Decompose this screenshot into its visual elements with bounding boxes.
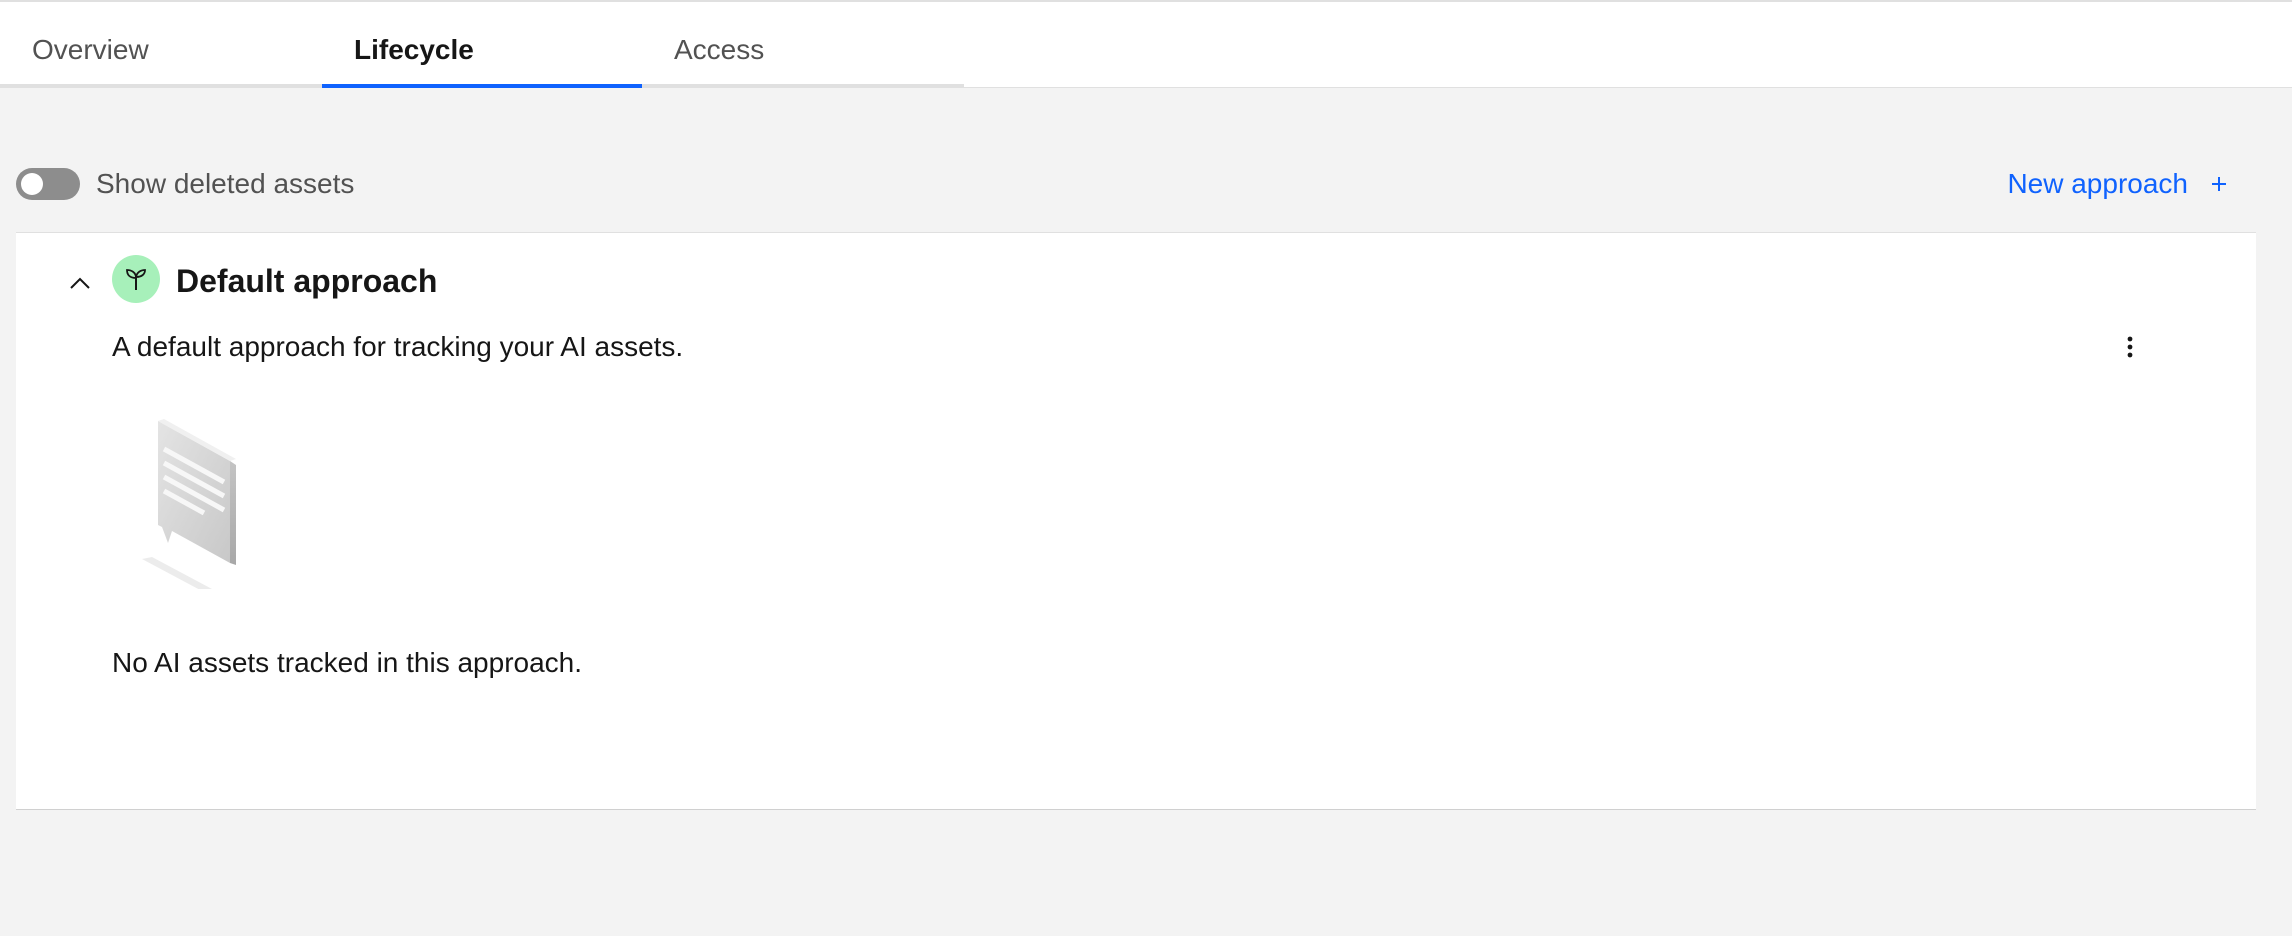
empty-state-illustration [132,419,262,591]
toggle-knob [21,173,43,195]
new-approach-label: New approach [2007,168,2188,199]
show-deleted-toggle[interactable] [16,168,80,200]
approach-description: A default approach for tracking your AI … [112,331,684,362]
plus-icon [2210,168,2228,200]
overflow-menu-icon[interactable] [2110,327,2150,367]
approach-card: Default approach A default approach for … [16,232,2256,810]
tab-list: Overview Lifecycle Access [0,0,2292,88]
show-deleted-label: Show deleted assets [96,168,355,199]
sprout-icon [112,255,160,303]
new-approach-button[interactable]: New approach [2007,168,2228,200]
tab-overview[interactable]: Overview [0,4,322,88]
empty-state-message: No AI assets tracked in this approach. [112,647,583,678]
chevron-up-icon[interactable] [52,263,108,303]
tab-access[interactable]: Access [642,4,964,88]
tab-lifecycle[interactable]: Lifecycle [322,4,642,88]
approach-title: Default approach [176,263,438,299]
lifecycle-page: Overview Lifecycle Access Show deleted a… [0,0,2292,936]
